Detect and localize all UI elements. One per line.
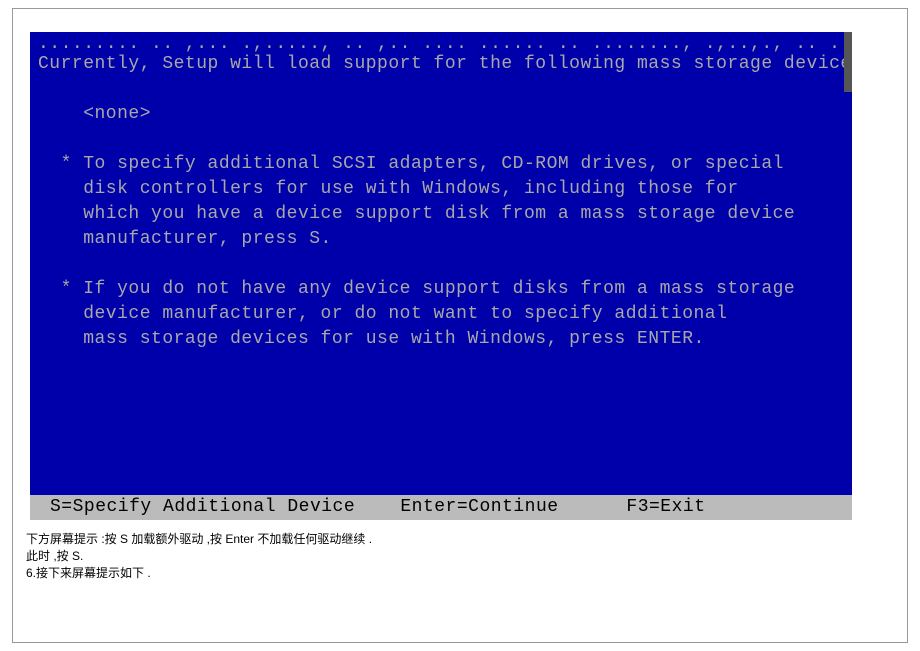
windows-setup-screen: ......... .. ,... .,....., .. ,.. .... .…: [30, 32, 852, 520]
cutoff-text: ......... .. ,... .,....., .. ,.. .... .…: [30, 32, 852, 52]
none-line: <none>: [30, 102, 852, 127]
setup-line: Currently, Setup will load support for t…: [30, 52, 852, 77]
blank-line: [30, 77, 852, 102]
bullet-line: manufacturer, press S.: [30, 227, 852, 252]
bullet-line: device manufacturer, or do not want to s…: [30, 302, 852, 327]
bullet-line: * To specify additional SCSI adapters, C…: [30, 152, 852, 177]
bullet-line: which you have a device support disk fro…: [30, 202, 852, 227]
caption-line-3: 6.接下来屏幕提示如下 .: [26, 565, 151, 582]
setup-text-content: ......... .. ,... .,....., .. ,.. .... .…: [30, 32, 852, 352]
scrollbar-indicator: [844, 32, 852, 92]
bullet-line: mass storage devices for use with Window…: [30, 327, 852, 352]
bullet-line: * If you do not have any device support …: [30, 277, 852, 302]
bullet-line: disk controllers for use with Windows, i…: [30, 177, 852, 202]
blank-line: [30, 252, 852, 277]
caption-line-2: 此时 ,按 S.: [26, 548, 83, 565]
blank-line: [30, 127, 852, 152]
setup-status-bar: S=Specify Additional Device Enter=Contin…: [30, 495, 852, 520]
caption-line-1: 下方屏幕提示 :按 S 加载额外驱动 ,按 Enter 不加载任何驱动继续 .: [26, 531, 372, 548]
